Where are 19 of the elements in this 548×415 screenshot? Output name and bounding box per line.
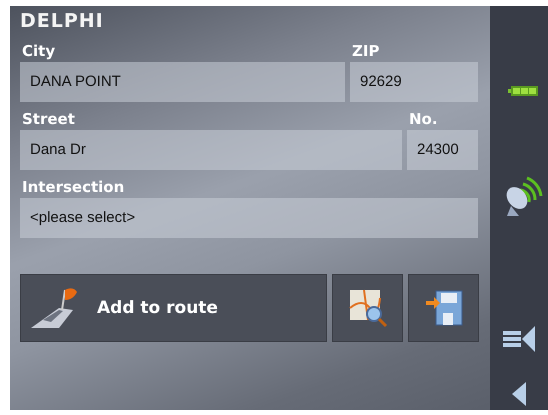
input-field[interactable]: 92629	[350, 62, 478, 102]
field-label: City	[21, 41, 56, 62]
logo-text: DELPHI	[19, 9, 105, 34]
input-field[interactable]: <please select>	[20, 198, 478, 238]
save-button[interactable]	[408, 274, 479, 342]
field-label: Intersection	[21, 177, 126, 198]
map-search-icon	[348, 288, 388, 328]
field-label: ZIP	[351, 41, 380, 62]
list-collapse-icon[interactable]	[503, 326, 535, 352]
input-field[interactable]: 24300	[407, 130, 478, 170]
battery-icon	[508, 86, 538, 96]
field-label: Street	[21, 109, 76, 130]
field-label: No.	[408, 109, 439, 130]
back-arrow-icon[interactable]	[512, 382, 526, 406]
save-disk-icon	[424, 289, 464, 327]
input-field[interactable]: Dana Dr	[20, 130, 402, 170]
add-to-route-button[interactable]: Add to route	[20, 274, 327, 342]
map-search-button[interactable]	[332, 274, 403, 342]
input-field[interactable]: DANA POINT	[20, 62, 345, 102]
